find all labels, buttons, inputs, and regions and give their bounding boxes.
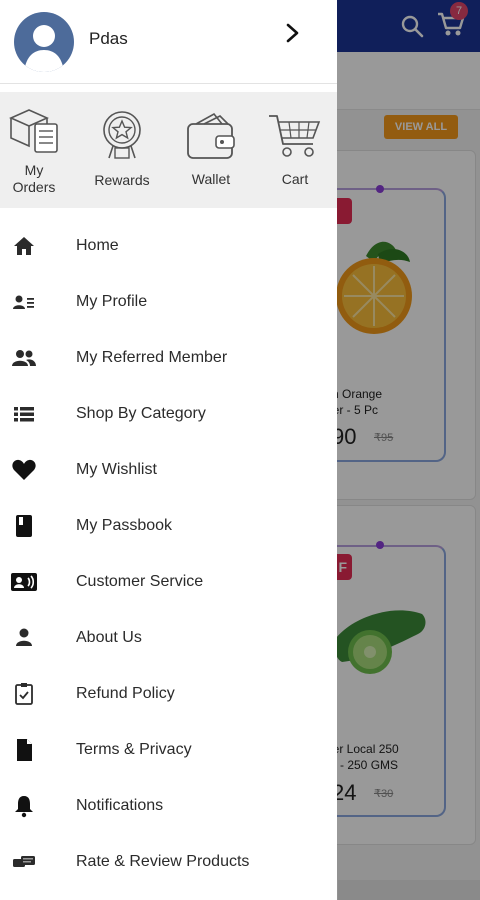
quick-label-line2: Orders: [12, 179, 56, 195]
username: Pdas: [89, 29, 128, 48]
menu-label: My Passbook: [76, 517, 173, 534]
menu-label: About Us: [76, 629, 142, 646]
quick-wallet[interactable]: Wallet: [176, 92, 246, 208]
home-icon: [14, 237, 34, 255]
menu-label: My Referred Member: [76, 349, 228, 366]
document-icon: [17, 739, 32, 761]
bell-icon: [15, 796, 33, 818]
quick-rewards[interactable]: Rewards: [88, 92, 156, 208]
drawer-menu: Home My Profile My Referred Member Shop …: [0, 218, 337, 890]
people-icon: [12, 350, 36, 366]
quick-cart[interactable]: Cart: [262, 92, 328, 208]
quick-label-line1: My: [24, 162, 44, 178]
cart-icon: [269, 115, 321, 157]
book-icon: [16, 515, 32, 537]
wallet-icon: [187, 112, 235, 159]
list-icon: [14, 407, 34, 422]
menu-item-refund-policy[interactable]: Refund Policy: [0, 666, 337, 722]
menu-item-rate-review-products[interactable]: Rate & Review Products: [0, 834, 337, 890]
menu-item-about-us[interactable]: About Us: [0, 610, 337, 666]
contact-card-icon: [11, 573, 37, 591]
avatar[interactable]: [14, 12, 74, 72]
menu-item-terms-privacy[interactable]: Terms & Privacy: [0, 722, 337, 778]
menu-label: My Profile: [76, 293, 148, 310]
menu-label: Home: [76, 237, 119, 254]
user-silhouette-icon: [24, 25, 64, 72]
quick-label-wallet: Wallet: [191, 171, 231, 187]
quick-my-orders[interactable]: My Orders: [0, 92, 68, 208]
menu-item-my-wishlist[interactable]: My Wishlist: [0, 442, 337, 498]
menu-label: My Wishlist: [76, 461, 157, 478]
menu-item-my-referred-member[interactable]: My Referred Member: [0, 330, 337, 386]
menu-item-my-passbook[interactable]: My Passbook: [0, 498, 337, 554]
clipboard-check-icon: [15, 683, 33, 705]
menu-item-notifications[interactable]: Notifications: [0, 778, 337, 834]
menu-label: Terms & Privacy: [76, 741, 192, 758]
menu-label: Refund Policy: [76, 685, 175, 702]
quick-label-orders: My Orders: [0, 162, 68, 196]
quick-label-rewards: Rewards: [94, 172, 150, 188]
quick-actions-bar: My Orders Rewards Wallet Cart: [0, 92, 337, 208]
quick-label-cart: Cart: [281, 171, 309, 187]
heart-icon: [12, 459, 36, 480]
navigation-drawer: Pdas My Orders Rewards Wallet Cart Home …: [0, 0, 337, 900]
menu-label: Customer Service: [76, 573, 204, 590]
profile-card-icon: [13, 295, 34, 309]
menu-label: Shop By Category: [76, 405, 206, 422]
menu-item-my-profile[interactable]: My Profile: [0, 274, 337, 330]
menu-item-home[interactable]: Home: [0, 218, 337, 274]
menu-label: Notifications: [76, 797, 164, 814]
review-icon: [13, 856, 35, 867]
menu-item-shop-by-category[interactable]: Shop By Category: [0, 386, 337, 442]
person-icon: [16, 628, 32, 646]
orders-box-icon: [9, 109, 58, 153]
chevron-right-icon[interactable]: [281, 22, 303, 44]
profile-header[interactable]: Pdas: [0, 0, 337, 84]
rewards-medal-icon: [103, 111, 141, 159]
menu-item-customer-service[interactable]: Customer Service: [0, 554, 337, 610]
menu-label: Rate & Review Products: [76, 853, 250, 870]
